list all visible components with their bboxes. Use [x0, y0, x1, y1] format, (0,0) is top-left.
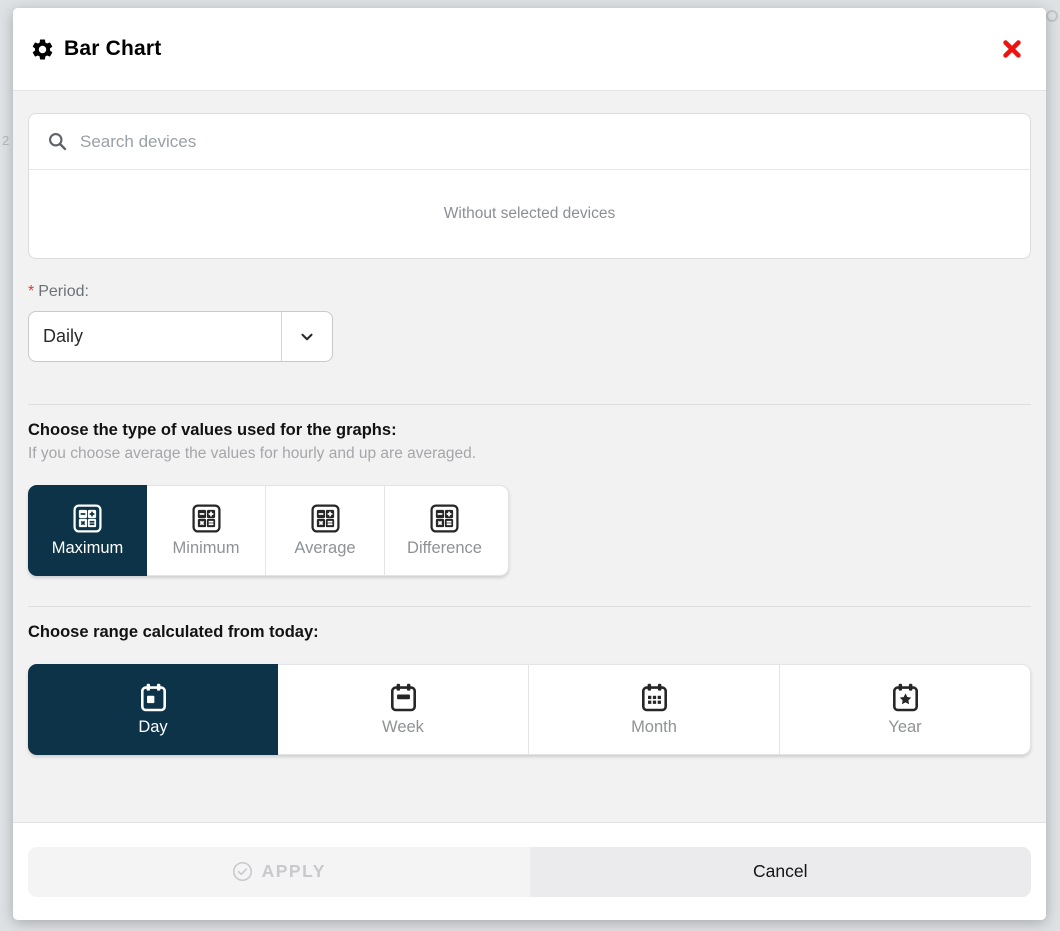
calendar-year-icon	[890, 682, 921, 713]
tile-label: Average	[294, 539, 355, 558]
apply-button-label: APPLY	[262, 861, 326, 882]
backdrop-partial-icon	[1046, 10, 1058, 22]
period-select-arrow[interactable]	[281, 312, 332, 361]
chevron-down-icon	[298, 328, 316, 346]
device-search-row	[29, 114, 1030, 170]
tile-label: Year	[888, 718, 921, 737]
period-label: *Period:	[28, 283, 1031, 301]
divider	[28, 606, 1031, 607]
dialog-footer: APPLY Cancel	[13, 823, 1046, 920]
device-picker: Without selected devices	[28, 113, 1031, 259]
check-circle-icon	[232, 861, 253, 882]
range-week-button[interactable]: Week	[278, 665, 529, 754]
value-type-average-button[interactable]: Average	[266, 486, 385, 575]
range-group: Day Week	[28, 664, 1031, 755]
divider	[28, 404, 1031, 405]
tile-label: Maximum	[52, 539, 124, 558]
gear-icon	[30, 37, 55, 62]
period-selected-value: Daily	[29, 312, 281, 361]
dialog-body: Without selected devices *Period: Daily …	[13, 91, 1046, 823]
dialog-header: Bar Chart	[13, 8, 1046, 91]
calendar-month-icon	[639, 682, 670, 713]
range-month-button[interactable]: Month	[529, 665, 780, 754]
value-type-heading: Choose the type of values used for the g…	[28, 421, 1031, 440]
value-type-minimum-button[interactable]: Minimum	[147, 486, 266, 575]
apply-button[interactable]: APPLY	[28, 847, 530, 897]
period-select[interactable]: Daily	[28, 311, 333, 362]
tile-label: Minimum	[173, 539, 240, 558]
footer-buttons: APPLY Cancel	[28, 847, 1031, 897]
required-asterisk: *	[28, 283, 34, 300]
value-type-difference-button[interactable]: Difference	[385, 486, 504, 575]
calculator-icon	[429, 503, 460, 534]
backdrop-text-fragment: 2	[2, 133, 9, 148]
tile-label: Day	[138, 718, 167, 737]
search-devices-input[interactable]	[80, 132, 1012, 152]
search-icon	[47, 131, 68, 152]
period-label-text: Period:	[38, 283, 89, 300]
calculator-icon	[310, 503, 341, 534]
tile-label: Month	[631, 718, 677, 737]
calculator-icon	[72, 503, 103, 534]
calculator-icon	[191, 503, 222, 534]
value-type-subtitle: If you choose average the values for hou…	[28, 445, 1031, 463]
value-type-maximum-button[interactable]: Maximum	[28, 485, 147, 576]
close-button[interactable]	[995, 32, 1029, 66]
close-x-icon	[1001, 38, 1023, 60]
value-type-group: Maximum Minimum	[28, 485, 509, 576]
dialog-title: Bar Chart	[64, 37, 162, 61]
range-day-button[interactable]: Day	[28, 664, 278, 755]
range-heading: Choose range calculated from today:	[28, 623, 1031, 642]
cancel-button-label: Cancel	[753, 861, 807, 882]
bar-chart-dialog: Bar Chart Without selected devices *Peri…	[13, 8, 1046, 920]
calendar-week-icon	[388, 682, 419, 713]
tile-label: Week	[382, 718, 424, 737]
range-year-button[interactable]: Year	[780, 665, 1030, 754]
empty-devices-message: Without selected devices	[29, 170, 1030, 258]
calendar-day-icon	[138, 682, 169, 713]
tile-label: Difference	[407, 539, 482, 558]
cancel-button[interactable]: Cancel	[530, 847, 1032, 897]
